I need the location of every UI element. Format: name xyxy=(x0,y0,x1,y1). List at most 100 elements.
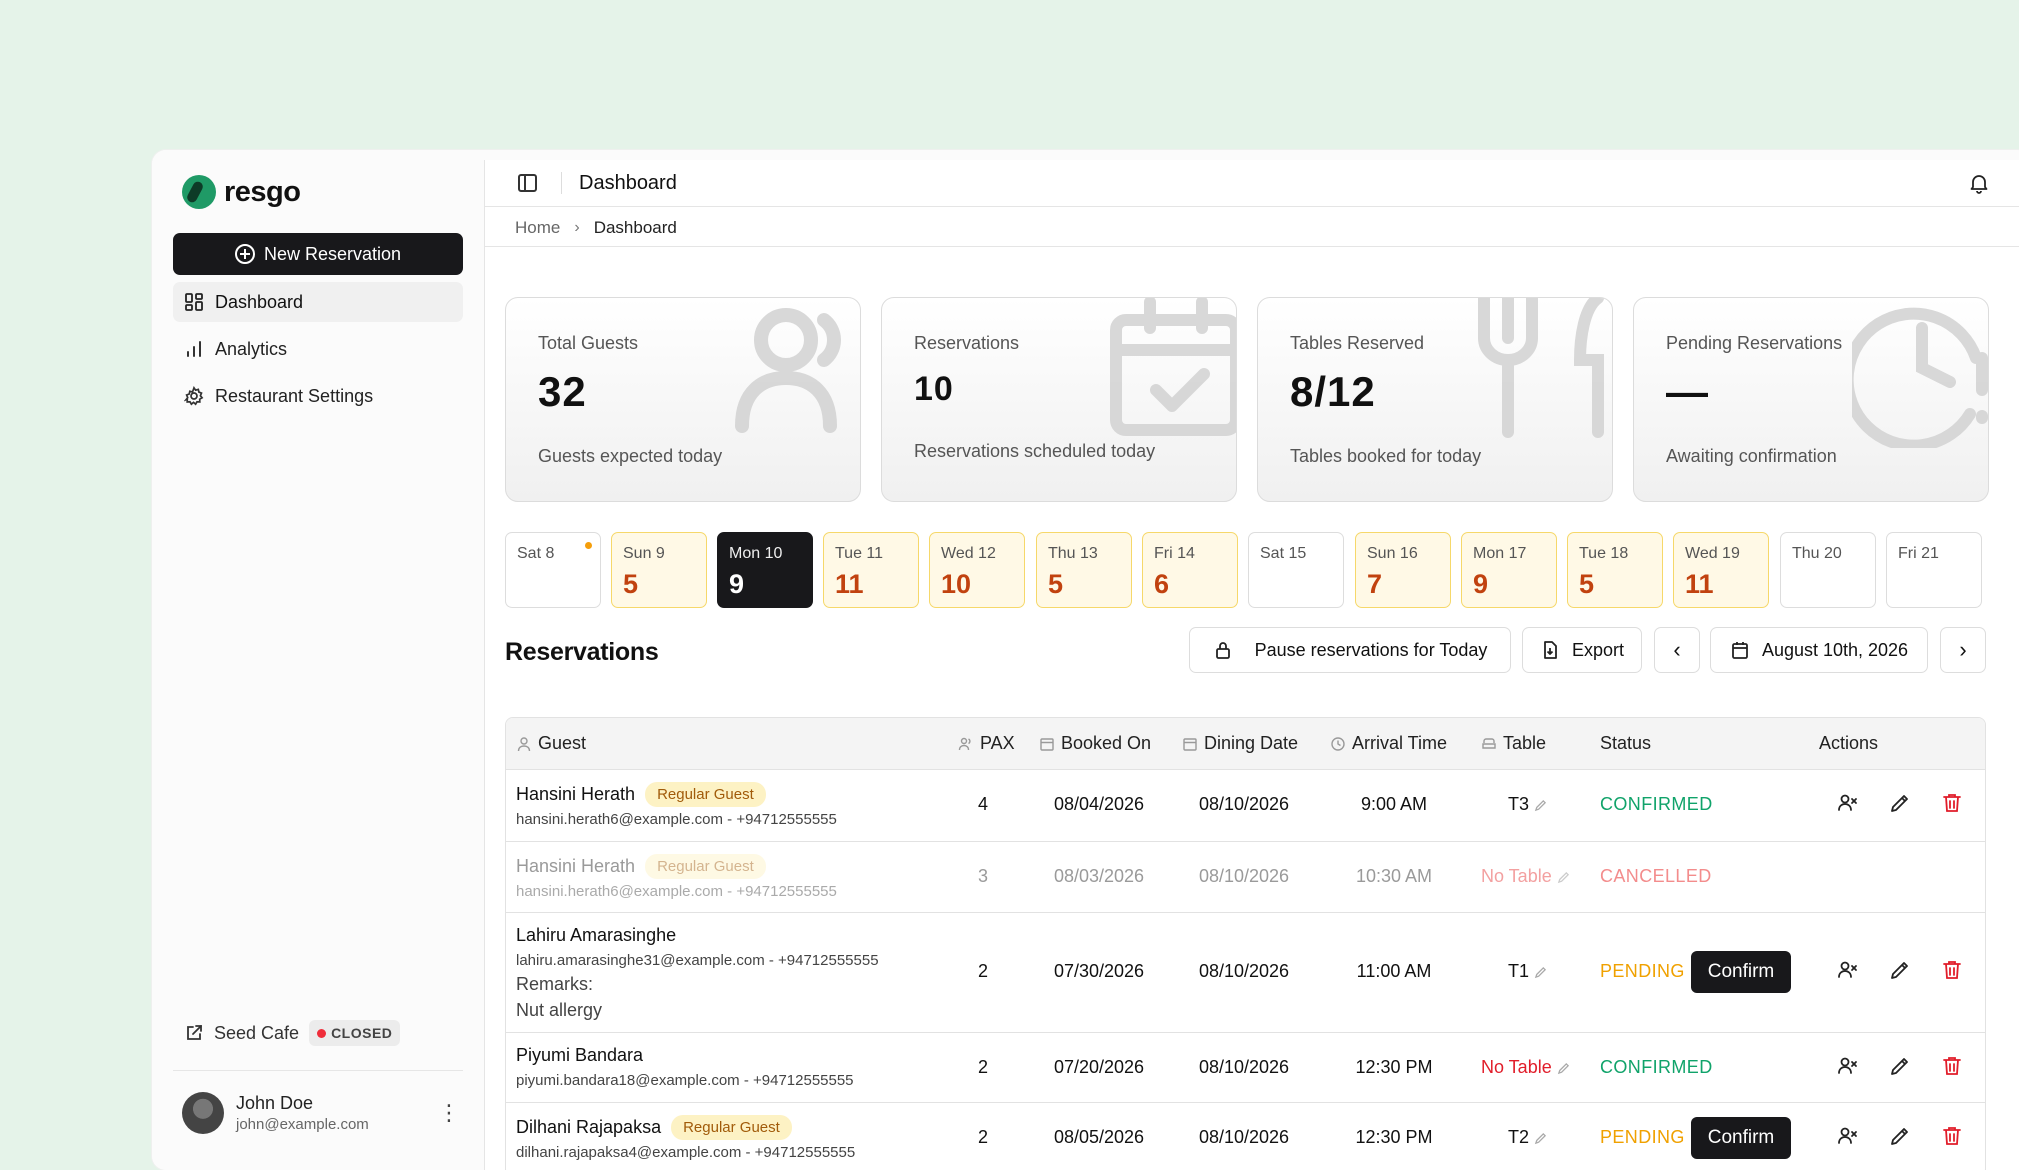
reservations-table: Guest PAX Booked On Dining Date Arrival … xyxy=(505,717,1986,1170)
stat-card-pending-reservations: Pending Reservations — Awaiting confirma… xyxy=(1633,297,1989,502)
sidebar-item-analytics[interactable]: Analytics xyxy=(173,329,463,369)
remarks-text: Nut allergy xyxy=(516,1000,603,1020)
next-day-button[interactable]: › xyxy=(1940,627,1986,673)
breadcrumb-home[interactable]: Home xyxy=(515,218,560,238)
breadcrumb: Home › Dashboard xyxy=(515,218,677,238)
guest-contact: lahiru.amarasinghe31@example.com - +9471… xyxy=(516,952,879,969)
more-vertical-icon[interactable]: ⋮ xyxy=(438,1102,460,1124)
guest-name-cell: Dilhani Rajapaksa Regular Guest xyxy=(516,1115,792,1140)
breadcrumb-divider xyxy=(485,246,2019,247)
day-tile-sun-9[interactable]: Sun 9 5 xyxy=(611,532,707,608)
trash-icon[interactable] xyxy=(1941,792,1963,814)
sidebar-item-dashboard[interactable]: Dashboard xyxy=(173,282,463,322)
card-value: 10 xyxy=(914,370,954,408)
user-x-icon[interactable] xyxy=(1837,1055,1859,1077)
arrival-time-cell: 10:30 AM xyxy=(1355,866,1433,886)
user-icon xyxy=(517,736,531,751)
chevron-right-icon: › xyxy=(1959,637,1967,662)
day-count: 11 xyxy=(1685,569,1714,599)
table-header: Guest PAX Booked On Dining Date Arrival … xyxy=(506,718,1985,770)
day-tile-wed-12[interactable]: Wed 12 10 xyxy=(929,532,1025,608)
day-tile-thu-13[interactable]: Thu 13 5 xyxy=(1036,532,1132,608)
user-menu[interactable]: John Doe john@example.com ⋮ xyxy=(182,1092,464,1134)
day-count: 9 xyxy=(729,569,745,599)
table-cell[interactable]: T3 xyxy=(1508,794,1547,815)
sidebar: resgo New Reservation Dashboard Analytic… xyxy=(152,150,482,1170)
day-tile-wed-19[interactable]: Wed 19 11 xyxy=(1673,532,1769,608)
guest-name-cell: Hansini Herath Regular Guest xyxy=(516,854,766,879)
booked-on-cell: 08/03/2026 xyxy=(1053,866,1145,886)
guest-name: Hansini Herath xyxy=(516,784,636,804)
new-reservation-button[interactable]: New Reservation xyxy=(173,233,463,275)
grid-icon xyxy=(185,293,203,311)
pax-cell: 2 xyxy=(977,1057,988,1077)
pencil-icon[interactable] xyxy=(1889,1125,1911,1147)
brand-logo[interactable]: resgo xyxy=(182,174,301,210)
table-assignment: T3 xyxy=(1508,794,1530,814)
day-count: 11 xyxy=(835,569,864,599)
day-label: Sun 16 xyxy=(1367,545,1418,562)
guest-contact: dilhani.rajapaksa4@example.com - +947125… xyxy=(516,1144,856,1161)
day-tile-tue-11[interactable]: Tue 11 11 xyxy=(823,532,919,608)
card-subtitle: Awaiting confirmation xyxy=(1666,446,1837,466)
day-tile-mon-10[interactable]: Mon 10 9 xyxy=(717,532,813,608)
trash-icon[interactable] xyxy=(1941,1055,1963,1077)
previous-day-button[interactable]: ‹ xyxy=(1654,627,1700,673)
dining-date-cell: 08/10/2026 xyxy=(1198,1057,1290,1077)
pencil-icon[interactable] xyxy=(1889,1055,1911,1077)
pencil-icon[interactable] xyxy=(1889,959,1911,981)
table-cell[interactable]: T2 xyxy=(1508,1127,1547,1148)
card-label: Total Guests xyxy=(538,333,639,353)
cafe-status-text: CLOSED xyxy=(331,1025,393,1041)
table-cell[interactable]: No Table xyxy=(1481,866,1570,887)
pencil-icon[interactable] xyxy=(1534,966,1547,979)
trash-icon[interactable] xyxy=(1941,1125,1963,1147)
day-tile-tue-18[interactable]: Tue 18 5 xyxy=(1567,532,1663,608)
pause-reservations-button[interactable]: Pause reservations for Today xyxy=(1189,627,1511,673)
topbar: Dashboard xyxy=(485,160,2019,207)
booked-on-cell: 08/05/2026 xyxy=(1053,1127,1145,1147)
bell-icon[interactable] xyxy=(1968,172,1990,194)
column-header-arrival-time: Arrival Time xyxy=(1330,733,1447,754)
pencil-icon[interactable] xyxy=(1534,799,1547,812)
pencil-icon[interactable] xyxy=(1557,871,1570,884)
export-button[interactable]: Export xyxy=(1522,627,1642,673)
dining-date-cell: 08/10/2026 xyxy=(1198,961,1290,981)
user-x-icon[interactable] xyxy=(1837,792,1859,814)
day-label: Tue 11 xyxy=(835,545,884,562)
pencil-icon[interactable] xyxy=(1889,792,1911,814)
file-download-icon xyxy=(1544,641,1557,659)
sidebar-item-restaurant-settings[interactable]: Restaurant Settings xyxy=(173,376,463,416)
clock-alert-icon xyxy=(1852,307,1988,448)
avatar xyxy=(182,1092,224,1134)
confirm-button[interactable]: Confirm xyxy=(1691,951,1791,993)
pencil-icon[interactable] xyxy=(1534,1132,1547,1145)
day-tile-sun-16[interactable]: Sun 16 7 xyxy=(1355,532,1451,608)
page-title: Dashboard xyxy=(579,172,677,194)
arrival-time-cell: 11:00 AM xyxy=(1356,961,1432,981)
user-x-icon[interactable] xyxy=(1837,959,1859,981)
stat-card-total-guests: Total Guests 32 Guests expected today xyxy=(505,297,861,502)
day-tile-fri-14[interactable]: Fri 14 6 xyxy=(1142,532,1238,608)
confirm-button[interactable]: Confirm xyxy=(1691,1117,1791,1159)
day-tile-thu-20[interactable]: Thu 20 xyxy=(1780,532,1876,608)
pencil-icon[interactable] xyxy=(1557,1062,1570,1075)
status-badge: CONFIRMED xyxy=(1600,794,1713,814)
day-label: Wed 19 xyxy=(1685,545,1740,562)
day-tile-mon-17[interactable]: Mon 17 9 xyxy=(1461,532,1557,608)
day-tile-sat-15[interactable]: Sat 15 xyxy=(1248,532,1344,608)
breadcrumb-current: Dashboard xyxy=(593,218,677,237)
card-label: Pending Reservations xyxy=(1666,333,1843,353)
table-cell[interactable]: No Table xyxy=(1481,1057,1570,1078)
trash-icon[interactable] xyxy=(1941,959,1963,981)
regular-guest-badge: Regular Guest xyxy=(645,854,766,879)
sidebar-toggle-icon[interactable] xyxy=(518,174,537,192)
cafe-status-row[interactable]: Seed Cafe CLOSED xyxy=(184,1020,401,1046)
user-x-icon[interactable] xyxy=(1837,1125,1859,1147)
card-subtitle: Reservations scheduled today xyxy=(914,441,1156,461)
date-picker-button[interactable]: August 10th, 2026 xyxy=(1710,627,1928,673)
table-cell[interactable]: T1 xyxy=(1508,961,1547,982)
day-tile-sat-8[interactable]: Sat 8 xyxy=(505,532,601,608)
day-count: 5 xyxy=(1579,569,1595,599)
day-tile-fri-21[interactable]: Fri 21 xyxy=(1886,532,1982,608)
